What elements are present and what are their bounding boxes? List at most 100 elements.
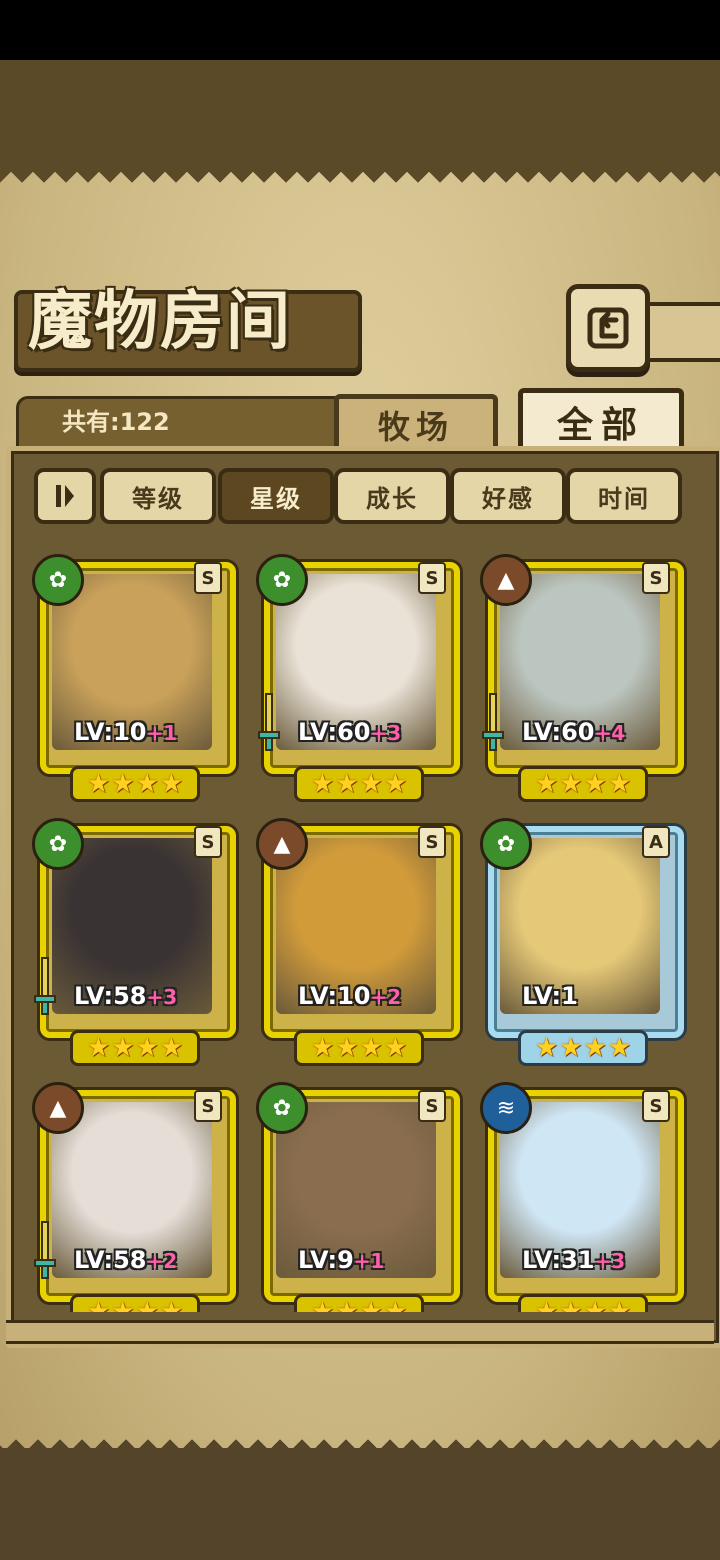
star-icon: ★ [383,1033,408,1063]
star-rating: ★ ★ ★ ★ [294,1030,424,1066]
star-icon: ★ [111,1297,135,1312]
panel-bottom-rail [6,1320,714,1344]
star-icon: ★ [607,1033,632,1063]
page-title: 魔物房间 [28,284,292,359]
leaf-element-icon: ✿ [256,554,308,606]
star-icon: ★ [607,769,632,799]
star-icon: ★ [159,769,184,799]
sort-by-time-label: 时间 [598,484,650,513]
tab-ranch[interactable]: 牧场 [334,394,498,451]
rank-badge: S [418,562,446,594]
game-screen: 魔物房间 共有:122 牧场 全部 等级 星级 成长 好感 时间 ✿ S LV:10… [0,0,720,1560]
star-icon: ★ [583,1297,607,1312]
rank-badge: A [642,826,670,858]
equipped-weapon-icon [258,693,280,751]
monster-level: LV:58+3 [74,980,177,1012]
star-rating: ★ ★ ★ ★ [294,766,424,802]
star-icon: ★ [159,1297,184,1312]
monster-level: LV:60+4 [522,716,625,748]
equipped-weapon-icon [34,1221,56,1279]
level-text: LV:58 [74,1246,147,1274]
monster-level: LV:1 [522,980,578,1012]
star-icon: ★ [534,1297,559,1312]
rank-badge: S [642,562,670,594]
monster-card[interactable]: ✿ A LV:1 ★ ★ ★ ★ [478,816,684,1066]
earth-element-icon: ▲ [256,818,308,870]
monster-card[interactable]: ✿ S LV:58+3 ★ ★ ★ ★ [30,816,236,1066]
star-icon: ★ [383,769,408,799]
sort-order-toggle[interactable] [34,468,96,524]
star-icon: ★ [310,769,335,799]
level-text: LV:9 [298,1246,354,1274]
star-icon: ★ [135,1033,159,1063]
star-icon: ★ [335,769,359,799]
level-bonus: +3 [370,721,402,745]
star-icon: ★ [335,1297,359,1312]
back-button[interactable] [566,284,650,372]
level-text: LV:10 [298,982,371,1010]
star-icon: ★ [86,1033,111,1063]
star-rating: ★ ★ ★ ★ [70,766,200,802]
monster-level: LV:10+2 [298,980,401,1012]
monster-card[interactable]: ▲ S LV:10+2 ★ ★ ★ ★ [254,816,460,1066]
sort-by-growth-label: 成长 [366,484,418,513]
star-icon: ★ [383,1297,408,1312]
star-rating: ★ ★ ★ ★ [70,1030,200,1066]
parchment-top-edge [0,172,720,194]
level-text: LV:31 [522,1246,595,1274]
star-icon: ★ [135,1297,159,1312]
rank-badge: S [194,826,222,858]
star-icon: ★ [583,1033,607,1063]
star-icon: ★ [534,1033,559,1063]
tab-ranch-label: 牧场 [377,408,454,446]
bottom-band [0,1448,720,1560]
level-bonus: +3 [594,1249,626,1273]
tab-all-label: 全部 [556,404,645,446]
star-icon: ★ [86,1297,111,1312]
star-icon: ★ [559,1297,583,1312]
level-bonus: +1 [146,721,178,745]
parchment-bottom-edge [0,1428,720,1450]
monster-level: LV:9+1 [298,1244,384,1276]
sort-by-growth-button[interactable]: 成长 [334,468,450,524]
star-icon: ★ [111,769,135,799]
monster-level: LV:60+3 [298,716,401,748]
leaf-element-icon: ✿ [480,818,532,870]
star-icon: ★ [534,769,559,799]
level-text: LV:10 [74,718,147,746]
star-icon: ★ [559,1033,583,1063]
star-icon: ★ [111,1033,135,1063]
leaf-element-icon: ✿ [256,1082,308,1134]
monster-card[interactable]: ▲ S LV:58+2 ★ ★ ★ ★ [30,1080,236,1312]
monster-card[interactable]: ✿ S LV:9+1 ★ ★ ★ ★ [254,1080,460,1312]
star-icon: ★ [310,1033,335,1063]
star-icon: ★ [159,1033,184,1063]
monster-card[interactable]: ✿ S LV:10+1 ★ ★ ★ ★ [30,552,236,802]
monster-card[interactable]: ✿ S LV:60+3 ★ ★ ★ ★ [254,552,460,802]
level-text: LV:1 [522,982,578,1010]
sort-by-level-button[interactable]: 等级 [100,468,216,524]
level-bonus: +3 [146,985,178,1009]
monster-level: LV:31+3 [522,1244,625,1276]
sort-by-star-label: 星级 [250,484,302,513]
monster-level: LV:58+2 [74,1244,177,1276]
monster-card[interactable]: ≋ S LV:31+3 ★ ★ ★ ★ [478,1080,684,1312]
tab-all[interactable]: 全部 [518,388,684,451]
monster-card[interactable]: ▲ S LV:60+4 ★ ★ ★ ★ [478,552,684,802]
star-icon: ★ [310,1297,335,1312]
sort-by-affection-label: 好感 [482,484,534,513]
star-icon: ★ [335,1033,359,1063]
star-icon: ★ [559,769,583,799]
star-rating: ★ ★ ★ ★ [70,1294,200,1312]
sort-by-star-button[interactable]: 星级 [218,468,334,524]
earth-element-icon: ▲ [32,1082,84,1134]
star-icon: ★ [359,1297,383,1312]
rank-badge: S [194,562,222,594]
monster-grid: ✿ S LV:10+1 ★ ★ ★ ★ ✿ S LV:60+3 ★ ★ ★ ★ ▲ S LV:60+4 ★ ★ ★ ★ ✿… [26,524,694,1312]
rank-badge: S [418,826,446,858]
sort-by-time-button[interactable]: 时间 [566,468,682,524]
sort-by-affection-button[interactable]: 好感 [450,468,566,524]
rank-badge: S [194,1090,222,1122]
star-icon: ★ [607,1297,632,1312]
monster-count: 共有:122 [62,408,170,436]
